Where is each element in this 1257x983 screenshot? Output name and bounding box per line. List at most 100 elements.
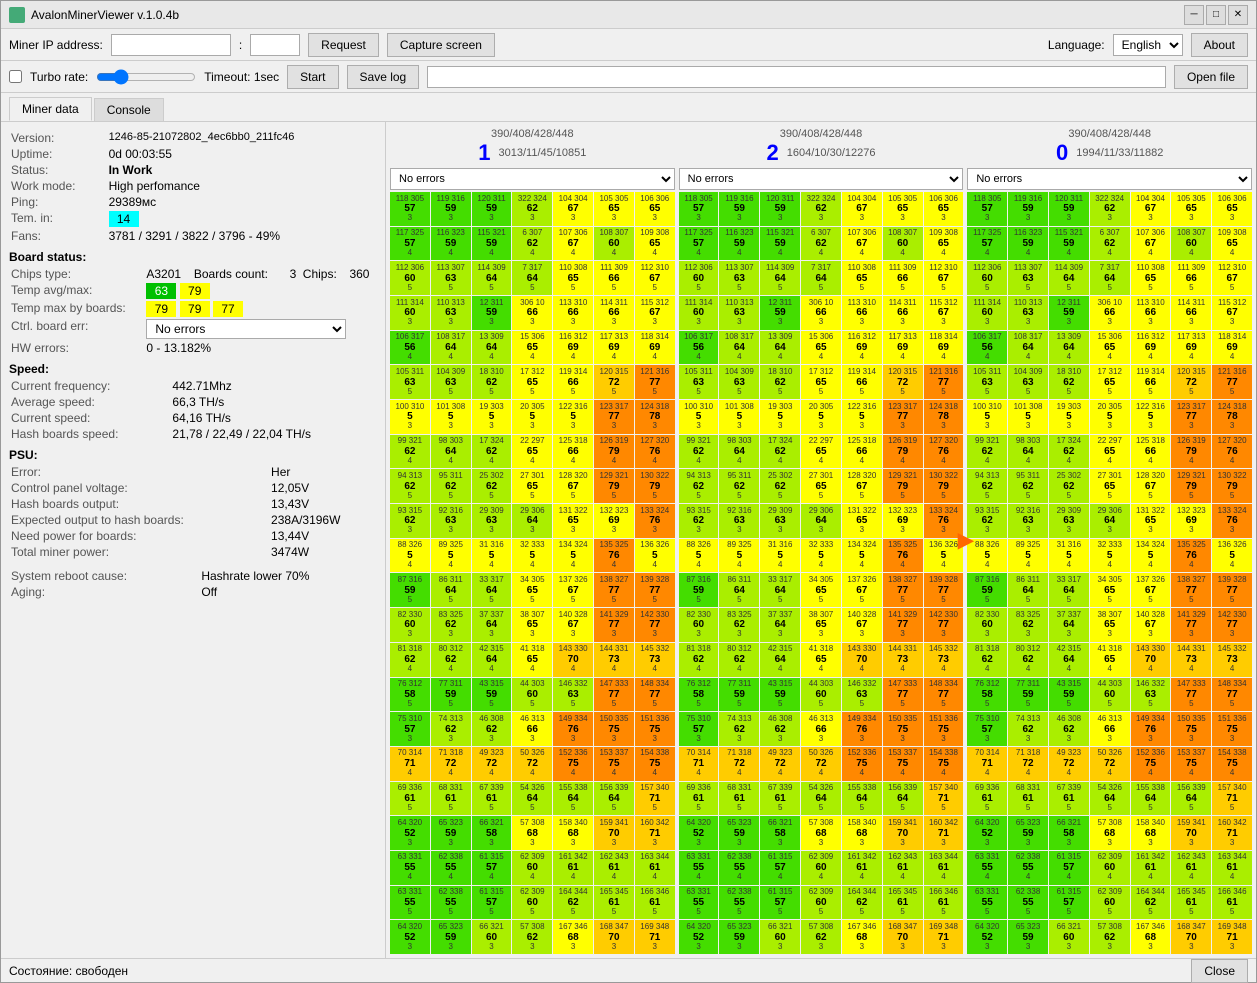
chip-cell: 115 312 67 3 [635,296,675,330]
chip-cell: 322 324 62 3 [512,192,552,226]
board-stats1-2: 390/408/428/448 [681,128,962,140]
chip-cell: 63 331 55 5 [679,886,719,920]
reboot-label: System reboot cause: [9,568,199,584]
turbo-slider[interactable] [96,69,196,85]
chip-cell: 127 320 76 4 [1212,435,1252,469]
turbo-checkbox[interactable] [9,70,22,83]
chips-type-value: A3201 [144,266,192,282]
chip-cell: 29 306 64 3 [512,504,552,538]
chip-cell: 63 331 55 4 [390,851,430,885]
file-path-input[interactable]: C:\Users\Andrey\Downloads\log (9).txt [427,66,1166,88]
request-button[interactable]: Request [308,33,379,57]
toolbar-right: Language: English About [1048,33,1248,57]
board-dropdown-1[interactable]: No errors [390,168,675,190]
chip-cell: 17 324 62 4 [1049,435,1089,469]
misc-table: System reboot cause: Hashrate lower 70% … [9,568,377,600]
need-power-label: Need power for boards: [9,528,269,544]
minimize-button[interactable]: ─ [1184,5,1204,25]
chip-cell: 105 311 63 5 [390,365,430,399]
chip-cell: 63 331 55 4 [679,851,719,885]
chip-cell: 22 297 65 4 [801,435,841,469]
close-button[interactable]: Close [1191,959,1248,983]
chip-cell: 17 312 65 5 [512,365,552,399]
fans-value: 3781 / 3291 / 3822 / 3796 - 49% [107,228,377,244]
chip-cell: 140 328 67 3 [842,608,882,642]
chip-cell: 74 313 62 3 [719,712,759,746]
chip-cell: 164 344 62 5 [553,886,593,920]
temp-in-value: 14 [107,210,377,228]
chip-cell: 43 315 59 5 [472,678,512,712]
chip-cell: 128 320 67 5 [1131,469,1171,503]
chip-cell: 22 297 65 4 [512,435,552,469]
language-select[interactable]: English [1113,34,1183,56]
chip-cell: 125 318 66 4 [1131,435,1171,469]
chip-cell: 117 313 69 4 [1171,331,1211,365]
close-window-button[interactable]: ✕ [1228,5,1248,25]
chip-cell: 27 301 65 5 [1090,469,1130,503]
maximize-button[interactable]: □ [1206,5,1226,25]
temp-max-values: 79 79 77 [144,300,377,318]
chip-cell: 86 311 64 5 [719,573,759,607]
chip-cell: 151 336 75 3 [1212,712,1252,746]
start-button[interactable]: Start [287,65,338,89]
board-dropdown-2[interactable]: No errors [679,168,964,190]
status-row: Status: In Work [9,162,377,178]
chip-cell: 111 314 60 3 [390,296,430,330]
chip-cell: 120 311 59 3 [1049,192,1089,226]
psu-table: Error: Her Control panel voltage: 12,05V… [9,464,377,560]
capture-screen-button[interactable]: Capture screen [387,33,495,57]
chip-cell: 159 341 70 3 [883,816,923,850]
save-log-button[interactable]: Save log [347,65,420,89]
chip-cell: 139 328 77 5 [1212,573,1252,607]
chip-cell: 116 312 69 4 [1131,331,1171,365]
chip-cell: 104 304 67 3 [1131,192,1171,226]
aging-value: Off [199,584,377,600]
miner-ip-input[interactable] [111,34,231,56]
chip-grid-0: 118 305 57 3 119 316 59 3 120 311 59 3 3… [967,192,1252,954]
board-header-0: 390/408/428/448 0 1994/11/33/11882 [967,126,1252,168]
chip-cell: 82 330 60 3 [679,608,719,642]
open-file-button[interactable]: Open file [1174,65,1248,89]
ctrl-err-label: Ctrl. board err: [9,318,144,340]
chip-cell: 41 318 65 4 [801,643,841,677]
tab-miner-data[interactable]: Miner data [9,97,92,121]
about-button[interactable]: About [1191,33,1248,57]
miner-port-input[interactable] [250,34,300,56]
chip-cell: 168 347 70 3 [1171,920,1211,954]
chip-cell: 110 313 63 3 [719,296,759,330]
curr-freq-value: 442.71Mhz [170,378,377,394]
chip-cell: 134 324 5 4 [842,539,882,573]
chip-cell: 143 330 70 4 [553,643,593,677]
chip-cell: 108 317 64 4 [431,331,471,365]
chips-row: Chips type: A3201 Boards count: 3 Chips:… [9,266,377,282]
tab-console[interactable]: Console [94,98,164,121]
chip-cell: 154 338 75 4 [924,747,964,781]
chip-cell: 110 313 63 3 [431,296,471,330]
chip-cell: 106 317 56 4 [967,331,1007,365]
chip-cell: 306 10 66 3 [801,296,841,330]
ctrl-err-select[interactable]: No errors [146,319,346,339]
chip-cell: 37 337 64 3 [472,608,512,642]
chip-cell: 120 315 72 5 [883,365,923,399]
right-scroll-arrow[interactable]: ▶ [958,528,973,553]
chip-cell: 66 321 58 3 [760,816,800,850]
chip-cell: 62 338 55 4 [719,851,759,885]
chip-cell: 117 313 69 4 [594,331,634,365]
chip-cell: 71 318 72 4 [431,747,471,781]
chip-cell: 137 326 67 5 [842,573,882,607]
expected-output-value: 238A/3196W [269,512,377,528]
board-dropdown-0[interactable]: No errors [967,168,1252,190]
chip-cell: 166 346 61 5 [924,886,964,920]
chip-cell: 71 318 72 4 [1008,747,1048,781]
chip-cell: 156 339 64 5 [1171,782,1211,816]
chip-cell: 156 339 64 5 [594,782,634,816]
chip-cell: 6 307 62 4 [801,227,841,261]
chip-cell: 108 317 64 4 [719,331,759,365]
chip-cell: 63 331 55 5 [967,886,1007,920]
chip-cell: 94 313 62 5 [967,469,1007,503]
chip-cell: 44 303 60 5 [512,678,552,712]
chip-cell: 138 327 77 5 [883,573,923,607]
chip-cell: 20 305 5 3 [1090,400,1130,434]
chip-cell: 105 305 65 3 [594,192,634,226]
chip-cell: 127 320 76 4 [635,435,675,469]
